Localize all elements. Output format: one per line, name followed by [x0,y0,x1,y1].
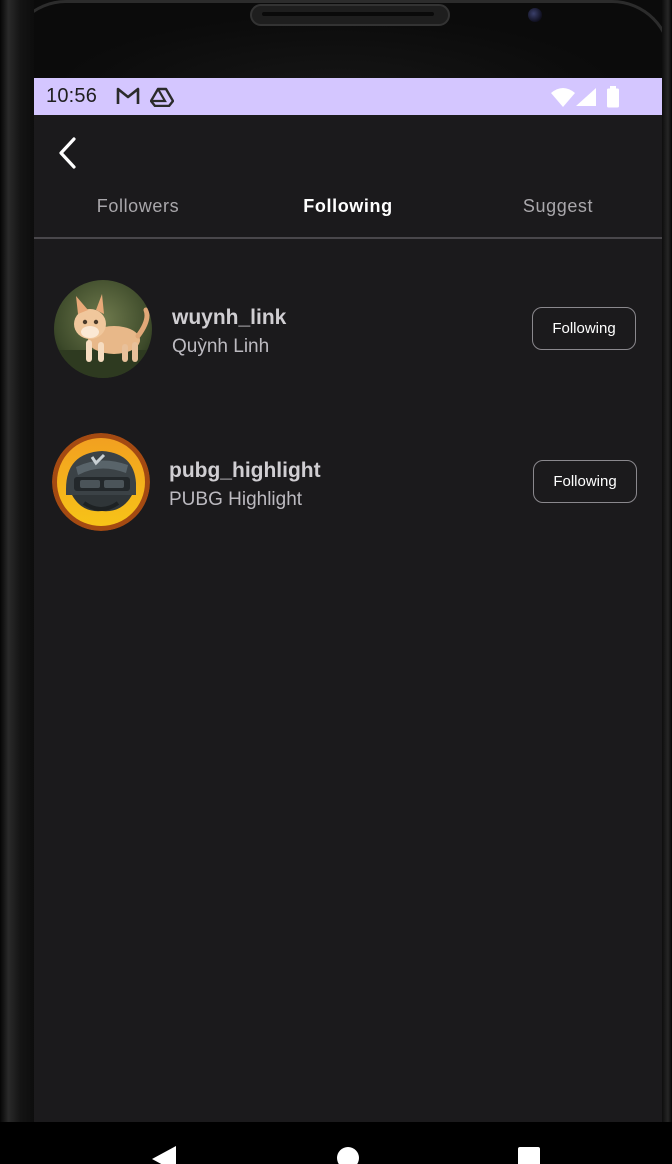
wifi-icon [551,87,575,112]
tab-followers[interactable]: Followers [74,196,202,217]
tab-suggest[interactable]: Suggest [494,196,622,217]
avatar[interactable] [52,433,150,531]
front-camera [528,8,542,22]
system-navigation-bar [0,1122,672,1164]
battery-icon [606,86,620,113]
back-arrow-icon [59,137,76,169]
username[interactable]: pubg_highlight [169,459,321,483]
list-item[interactable]: pubg_highlight PUBG Highlight Following [34,431,662,541]
device-left-bezel [0,0,34,1164]
tab-bar: Followers Following Suggest [34,186,662,238]
back-button[interactable] [54,136,84,170]
device-right-bezel [662,0,672,1164]
phone-device: 10:56 Followers Following Suggest wuynh_… [0,0,672,1164]
tab-divider [34,237,662,239]
username[interactable]: wuynh_link [172,306,286,330]
nav-back-icon[interactable] [152,1146,176,1164]
nav-home-icon[interactable] [337,1147,359,1164]
gmail-icon [116,87,140,110]
list-item[interactable]: wuynh_link Quỳnh Linh Following [34,278,662,388]
drive-icon [149,87,175,112]
earpiece-speaker [250,4,450,26]
tab-following[interactable]: Following [284,196,412,217]
signal-icon [575,87,597,112]
full-name: PUBG Highlight [169,489,303,510]
full-name: Quỳnh Linh [172,336,270,357]
following-button[interactable]: Following [532,307,636,350]
nav-recents-icon[interactable] [518,1147,540,1164]
avatar[interactable] [54,280,152,378]
following-button[interactable]: Following [533,460,637,503]
status-time: 10:56 [46,85,98,107]
app-screen: 10:56 Followers Following Suggest wuynh_… [34,78,662,1122]
status-bar: 10:56 [34,78,662,115]
